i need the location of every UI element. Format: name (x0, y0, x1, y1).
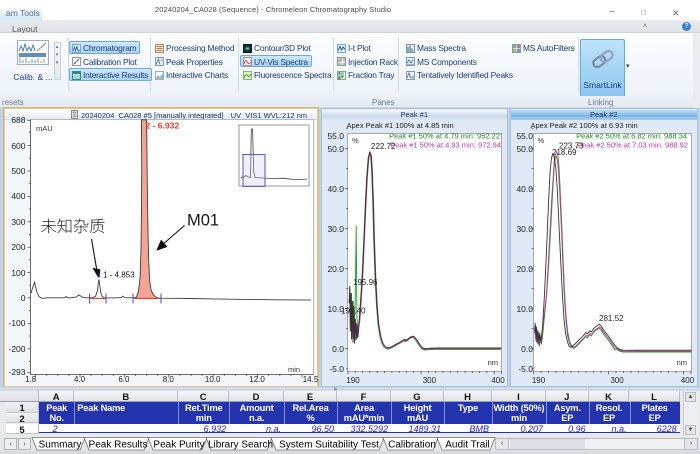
svg-text:Library Search: Library Search (208, 440, 273, 451)
svg-text:nm: nm (676, 358, 686, 367)
svg-text:Summary: Summary (39, 440, 82, 451)
svg-text:Audit Trail: Audit Trail (445, 440, 489, 451)
svg-text:281.52: 281.52 (599, 314, 624, 323)
svg-text:Peak #2 50% at 7.03 min: 988.9: Peak #2 50% at 7.03 min: 988.92 (577, 141, 688, 150)
svg-text:%: % (537, 136, 544, 145)
svg-text:Peak Results: Peak Results (89, 440, 148, 451)
svg-text:Peak #2 50% at 6.82 min: 988.3: Peak #2 50% at 6.82 min: 988.34 (576, 132, 687, 141)
svg-text:218.69: 218.69 (552, 148, 577, 157)
svg-text:System Suitability Test: System Suitability Test (279, 440, 379, 451)
svg-text:Peak Purity: Peak Purity (153, 440, 204, 451)
svg-text:Calibration: Calibration (388, 440, 436, 451)
